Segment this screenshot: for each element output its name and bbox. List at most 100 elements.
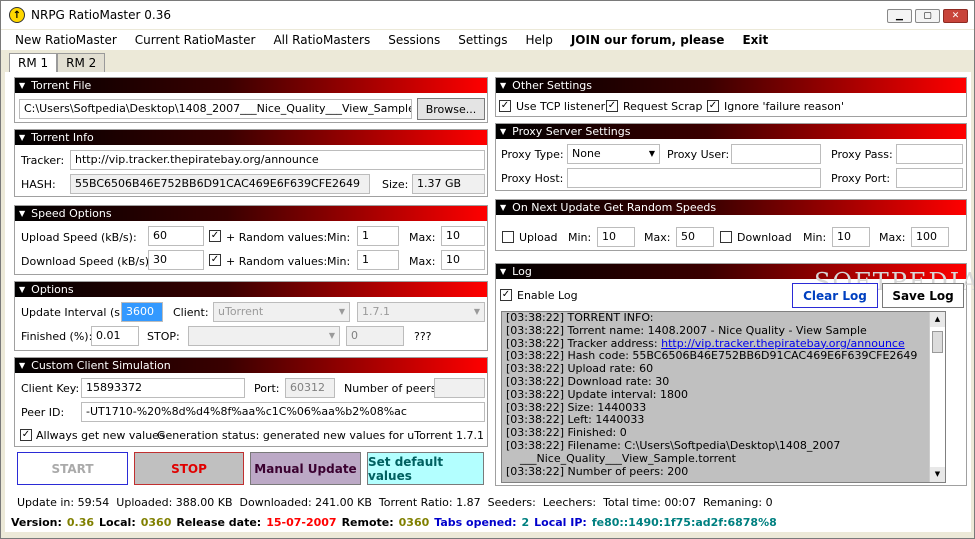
download-random-checkbox[interactable]: ✓ [209, 254, 221, 266]
stop-button[interactable]: STOP [134, 452, 244, 485]
panel-title: Proxy Server Settings [512, 125, 631, 138]
ip-value: fe80::1490:1f75:ad2f:6878%8 [591, 515, 777, 529]
hash-field[interactable]: 55BC6506B46E752BB6D91CAC469E6F639CFE2649 [70, 174, 370, 194]
download-max-field[interactable]: 10 [441, 250, 485, 270]
upload-random-checkbox[interactable]: ✓ [209, 230, 221, 242]
collapse-arrow-icon[interactable]: ▼ [500, 267, 506, 276]
ignore-failure-checkbox[interactable]: ✓ [707, 100, 719, 112]
request-scrap-checkbox[interactable]: ✓ [606, 100, 618, 112]
uploaded-value: 388.00 KB [175, 495, 233, 509]
ratio-label: Torrent Ratio: [378, 495, 453, 509]
collapse-arrow-icon[interactable]: ▼ [500, 127, 506, 136]
finished-label: Finished (%): [21, 330, 93, 343]
collapse-arrow-icon[interactable]: ▼ [500, 81, 506, 90]
set-default-button[interactable]: Set default values [367, 452, 484, 485]
proxy-header: ▼ Proxy Server Settings [496, 124, 966, 139]
menu-help[interactable]: Help [525, 33, 552, 47]
log-output[interactable]: [03:38:22] TORRENT INFO: [03:38:22] Torr… [501, 311, 946, 483]
tabs-label: Tabs opened: [434, 515, 517, 529]
custom-client-panel: ▼ Custom Client Simulation Client Key: 15… [14, 357, 488, 447]
tab-rm2[interactable]: RM 2 [57, 53, 106, 73]
client-key-field[interactable]: 15893372 [81, 378, 245, 398]
proxy-host-field[interactable] [567, 168, 821, 188]
peers-label: Number of peers: [344, 382, 441, 395]
upload-min-field[interactable]: 1 [357, 226, 399, 246]
upload-min-label: Min: [327, 231, 351, 244]
always-new-values-checkbox[interactable]: ✓ [20, 429, 32, 441]
log-scrollbar[interactable]: ▲ ▼ [929, 312, 945, 482]
peers-field[interactable] [434, 378, 485, 398]
collapse-arrow-icon[interactable]: ▼ [19, 81, 25, 90]
random-upload-min-field[interactable]: 10 [597, 227, 635, 247]
minimize-button[interactable]: ▁ [887, 9, 912, 23]
menu-all-ratiomasters[interactable]: All RatioMasters [273, 33, 370, 47]
collapse-arrow-icon[interactable]: ▼ [19, 361, 25, 370]
upload-speed-field[interactable]: 60 [148, 226, 204, 246]
manual-update-button[interactable]: Manual Update [250, 452, 361, 485]
collapse-arrow-icon[interactable]: ▼ [500, 203, 506, 212]
size-field[interactable]: 1.37 GB [412, 174, 485, 194]
menu-current-ratiomaster[interactable]: Current RatioMaster [135, 33, 256, 47]
save-log-button[interactable]: Save Log [882, 283, 964, 308]
random-download-min-field[interactable]: 10 [832, 227, 870, 247]
download-speed-field[interactable]: 30 [148, 250, 204, 270]
peer-id-field[interactable]: -UT1710-%20%8d%d4%8f%aa%c1C%06%aa%b2%08%… [81, 402, 485, 422]
update-interval-field[interactable]: 3600 [121, 302, 163, 322]
tcp-listener-checkbox[interactable]: ✓ [499, 100, 511, 112]
menu-settings[interactable]: Settings [458, 33, 507, 47]
proxy-type-value: None [572, 147, 601, 160]
scroll-thumb[interactable] [932, 331, 943, 353]
tab-rm1[interactable]: RM 1 [9, 53, 58, 73]
menu-join-forum[interactable]: JOIN our forum, please [571, 33, 725, 47]
finished-field[interactable]: 0.01 [91, 326, 139, 346]
proxy-user-field[interactable] [731, 144, 821, 164]
port-label: Port: [254, 382, 280, 395]
collapse-arrow-icon[interactable]: ▼ [19, 209, 25, 218]
local-value: 0360 [140, 515, 172, 529]
tcp-listener-label: Use TCP listener [516, 100, 606, 113]
menu-sessions[interactable]: Sessions [388, 33, 440, 47]
downloaded-label: Downloaded: [239, 495, 312, 509]
menu-new-ratiomaster[interactable]: New RatioMaster [15, 33, 117, 47]
download-min-field[interactable]: 1 [357, 250, 399, 270]
total-time-label: Total time: [603, 495, 661, 509]
upload-random-label: + Random values: [226, 231, 328, 244]
log-line: [03:38:22] Update interval: 1800 [506, 387, 688, 401]
scroll-down-icon[interactable]: ▼ [930, 467, 945, 482]
random-download-max-field[interactable]: 100 [911, 227, 949, 247]
close-button[interactable]: ✕ [943, 9, 968, 23]
client-version-select[interactable]: 1.7.1 ▼ [357, 302, 485, 322]
random-download-checkbox[interactable] [720, 231, 732, 243]
stop-value-field[interactable]: 0 [346, 326, 404, 346]
random-upload-max-label: Max: [644, 231, 671, 244]
scroll-up-icon[interactable]: ▲ [930, 312, 945, 327]
client-select-value: uTorrent [218, 305, 264, 318]
maximize-button[interactable]: ▢ [915, 9, 940, 23]
panel-title: Log [512, 265, 532, 278]
proxy-type-select[interactable]: None ▼ [567, 144, 660, 164]
client-select[interactable]: uTorrent ▼ [213, 302, 350, 322]
enable-log-checkbox[interactable]: ✓ [500, 289, 512, 301]
tracker-link[interactable]: http://vip.tracker.thepiratebay.org/anno… [661, 337, 905, 350]
status-bar: Update in: 59:54 Uploaded: 388.00 KB Dow… [5, 492, 971, 512]
stop-label: STOP: [147, 330, 180, 343]
tracker-field[interactable]: http://vip.tracker.thepiratebay.org/anno… [70, 150, 485, 170]
menu-exit[interactable]: Exit [742, 33, 768, 47]
proxy-port-field[interactable] [896, 168, 963, 188]
panel-title: Torrent Info [31, 131, 94, 144]
collapse-arrow-icon[interactable]: ▼ [19, 285, 25, 294]
random-upload-max-field[interactable]: 50 [676, 227, 714, 247]
hash-label: HASH: [21, 178, 56, 191]
random-upload-checkbox[interactable] [502, 231, 514, 243]
release-label: Release date: [176, 515, 262, 529]
upload-max-field[interactable]: 10 [441, 226, 485, 246]
clear-log-button[interactable]: Clear Log [792, 283, 878, 308]
stop-select[interactable]: ▼ [188, 326, 340, 346]
proxy-pass-field[interactable] [896, 144, 963, 164]
tabs-value: 2 [521, 515, 530, 529]
torrent-path-field[interactable]: C:\Users\Softpedia\Desktop\1408_2007___N… [19, 99, 412, 119]
collapse-arrow-icon[interactable]: ▼ [19, 133, 25, 142]
browse-button[interactable]: Browse... [417, 98, 485, 120]
port-field[interactable]: 60312 [285, 378, 335, 398]
start-button[interactable]: START [17, 452, 128, 485]
